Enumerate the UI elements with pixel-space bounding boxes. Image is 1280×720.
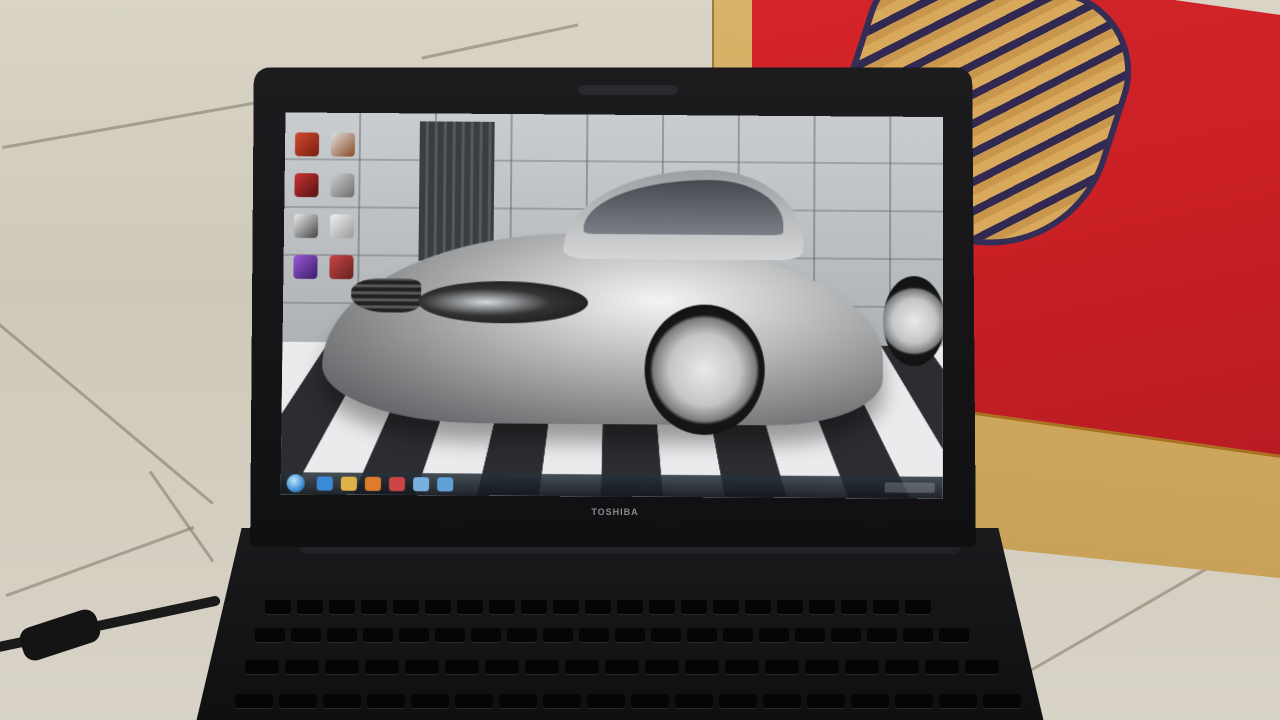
car-grille (350, 278, 422, 313)
car-rear-wheel (882, 275, 944, 367)
car-front-wheel (644, 304, 766, 436)
desktop-app-icon[interactable] (330, 214, 355, 239)
desktop-app-icon[interactable] (293, 254, 318, 279)
floor-grout-line (148, 470, 215, 563)
keyboard-row (235, 694, 1027, 708)
desktop-app-icon[interactable] (293, 213, 319, 239)
browser-icon[interactable] (316, 476, 333, 491)
app-icon[interactable] (413, 477, 430, 492)
start-orb-icon[interactable] (286, 474, 305, 493)
app-icon[interactable] (437, 477, 454, 492)
floor-grout-line (421, 23, 579, 60)
media-player-icon[interactable] (364, 476, 382, 491)
laptop-base (190, 528, 1050, 720)
floor-grout-line (0, 290, 214, 505)
floor-grout-line (5, 525, 195, 598)
app-icon[interactable] (388, 476, 406, 492)
desktop-app-icon[interactable] (331, 132, 356, 157)
system-tray[interactable] (884, 482, 935, 493)
taskbar (280, 472, 943, 499)
laptop-brand-label: TOSHIBA (591, 507, 639, 517)
wallpaper-window (418, 121, 495, 262)
photo-scene: TOSHIBA (0, 0, 1280, 720)
folder-icon[interactable] (340, 476, 357, 491)
laptop-screen (280, 112, 944, 499)
desktop-app-icon[interactable] (294, 173, 319, 198)
keyboard-row (255, 628, 975, 642)
webcam-icon (578, 85, 678, 95)
desktop-app-icon[interactable] (330, 173, 356, 198)
power-cable-ferrite (16, 606, 104, 664)
desktop-app-icon[interactable] (294, 132, 320, 157)
desktop-app-icon[interactable] (329, 255, 355, 280)
keyboard-row (245, 660, 1005, 674)
keyboard-row (265, 600, 937, 614)
desktop-icon-column (289, 126, 363, 290)
